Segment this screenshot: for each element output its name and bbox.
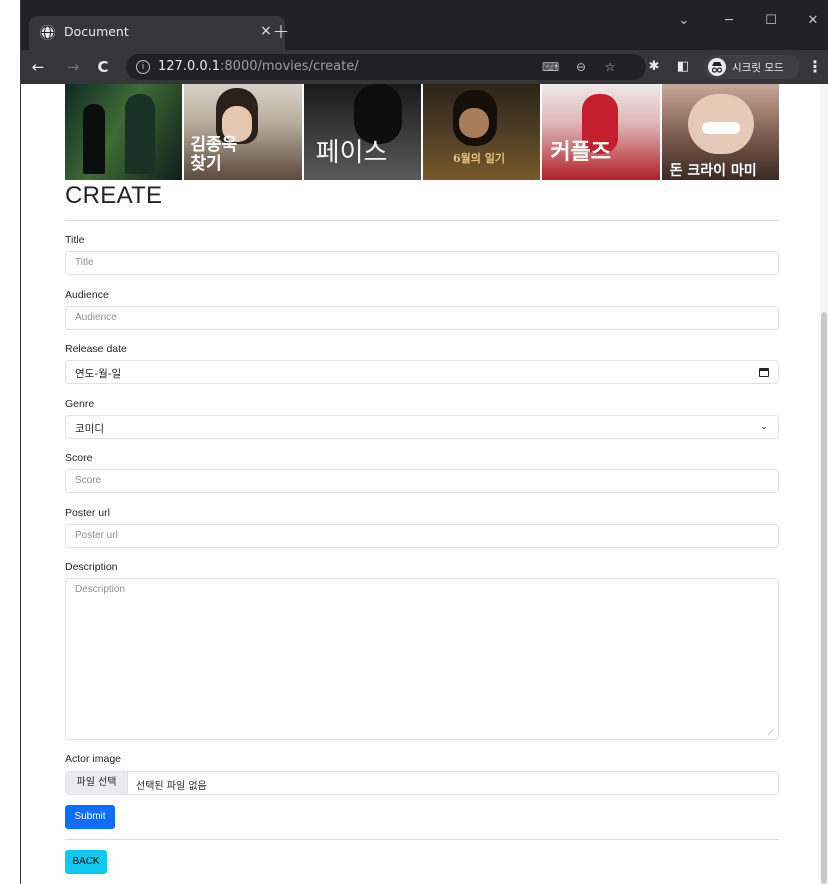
score-input[interactable]: Score xyxy=(65,469,779,493)
reload-icon[interactable]: C xyxy=(93,57,113,77)
tab-title: Document xyxy=(64,24,129,39)
incognito-icon xyxy=(708,58,726,76)
poster-title: 돈 크라이 마미 xyxy=(669,163,757,179)
minimize-icon[interactable]: ─ xyxy=(717,11,741,31)
new-tab-icon[interactable]: + xyxy=(271,21,291,41)
page-title: CREATE xyxy=(65,182,163,209)
poster-image: 커플즈 xyxy=(542,84,660,180)
page-viewport: 김종욱 찾기 페이스 6월의 일기 커플즈 돈 크라이 마미 CREATE Ti… xyxy=(21,84,828,884)
poster-title: 6월의 일기 xyxy=(452,152,505,165)
chevron-down-icon: ⌄ xyxy=(760,422,768,432)
poster-title: 커플즈 xyxy=(550,139,612,165)
side-panel-icon[interactable]: ◧ xyxy=(674,58,692,76)
tab-search-icon[interactable]: ⌄ xyxy=(672,11,696,31)
poster-image xyxy=(65,84,183,180)
title-placeholder: Title xyxy=(75,257,94,268)
genre-label: Genre xyxy=(65,398,95,410)
scrollbar[interactable] xyxy=(820,84,828,884)
poster-banner: 김종욱 찾기 페이스 6월의 일기 커플즈 돈 크라이 마미 xyxy=(65,84,779,180)
actor-image-label: Actor image xyxy=(65,753,122,765)
title-input[interactable]: Title xyxy=(65,251,779,275)
incognito-label: 시크릿 모드 xyxy=(732,62,784,74)
actor-image-file-input[interactable]: 파일 선택 선택된 파일 없음 xyxy=(65,771,779,795)
poster-image: 돈 크라이 마미 xyxy=(661,84,779,180)
extensions-icon[interactable]: ✱ xyxy=(645,58,663,76)
poster-title: 김종욱 찾기 xyxy=(190,135,238,174)
globe-icon xyxy=(40,25,55,40)
release-date-label: Release date xyxy=(65,343,127,355)
poster-url-input[interactable]: Poster url xyxy=(65,524,779,548)
release-date-value: 연도-월-일 xyxy=(75,368,122,380)
submit-button[interactable]: Submit xyxy=(65,805,115,829)
maximize-icon[interactable]: ☐ xyxy=(759,11,783,31)
score-placeholder: Score xyxy=(75,475,102,486)
genre-select[interactable]: 코미디 ⌄ xyxy=(65,415,779,439)
tab-document[interactable]: Document × xyxy=(29,16,285,50)
description-label: Description xyxy=(65,561,118,573)
close-window-icon[interactable]: ✕ xyxy=(801,11,825,31)
audience-placeholder: Audience xyxy=(75,312,117,323)
bookmark-star-icon[interactable]: ☆ xyxy=(602,59,618,75)
title-label: Title xyxy=(65,234,85,246)
file-status-text: 선택된 파일 없음 xyxy=(136,781,207,792)
left-margin xyxy=(0,0,21,884)
description-textarea[interactable]: Description ⟋ xyxy=(65,578,779,740)
poster-image: 김종욱 찾기 xyxy=(184,84,302,180)
url-text: 127.0.0.1:8000/movies/create/ xyxy=(158,59,359,74)
description-placeholder: Description xyxy=(75,584,126,595)
audience-label: Audience xyxy=(65,289,109,301)
browser-window: Document × + ⌄ ─ ☐ ✕ ← → C i 127.0.0.1:8… xyxy=(21,0,828,884)
scrollbar-thumb[interactable] xyxy=(821,312,827,884)
choose-file-button[interactable]: 파일 선택 xyxy=(66,772,128,794)
genre-value: 코미디 xyxy=(75,423,104,435)
release-date-input[interactable]: 연도-월-일 xyxy=(65,360,779,384)
calendar-icon[interactable] xyxy=(759,368,769,377)
incognito-badge[interactable]: 시크릿 모드 xyxy=(704,55,800,79)
poster-title: 페이스 xyxy=(315,138,388,168)
back-button[interactable]: BACK xyxy=(65,850,107,874)
resize-grip-icon[interactable]: ⟋ xyxy=(768,729,776,737)
form-divider xyxy=(65,839,779,840)
translate-icon[interactable]: ⌨ xyxy=(542,59,559,75)
poster-url-label: Poster url xyxy=(65,507,110,519)
poster-url-placeholder: Poster url xyxy=(75,530,118,541)
screenshot-frame: Document × + ⌄ ─ ☐ ✕ ← → C i 127.0.0.1:8… xyxy=(0,0,828,884)
tab-strip: Document × + ⌄ ─ ☐ ✕ xyxy=(21,0,828,50)
forward-arrow-icon[interactable]: → xyxy=(63,57,83,77)
poster-image: 6월의 일기 xyxy=(422,84,541,180)
audience-input[interactable]: Audience xyxy=(65,306,779,330)
info-icon[interactable]: i xyxy=(136,60,150,74)
back-arrow-icon[interactable]: ← xyxy=(28,57,48,77)
heading-divider xyxy=(65,220,779,221)
score-label: Score xyxy=(65,452,93,464)
poster-image: 페이스 xyxy=(303,84,421,180)
zoom-icon[interactable]: ⊖ xyxy=(573,59,589,75)
address-bar[interactable]: i 127.0.0.1:8000/movies/create/ ⌨ ⊖ ☆ xyxy=(126,54,646,80)
menu-dots-icon[interactable]: ⋮ xyxy=(807,57,823,77)
browser-toolbar: ← → C i 127.0.0.1:8000/movies/create/ ⌨ … xyxy=(21,50,828,84)
